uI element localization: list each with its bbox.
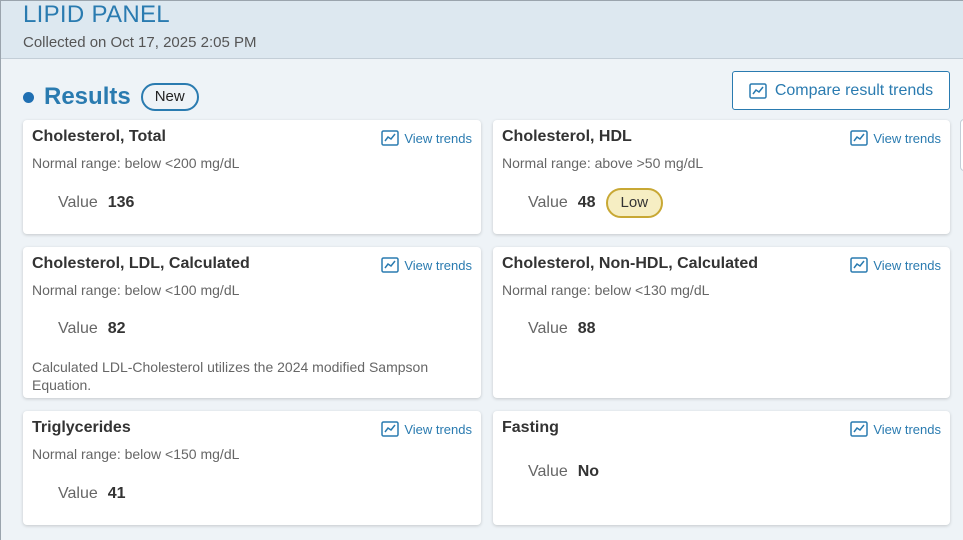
line-chart-icon [749,82,767,99]
page-header: LIPID PANEL Collected on Oct 17, 2025 2:… [1,1,963,59]
view-trends-link[interactable]: View trends [381,421,472,437]
value-row: Value 41 [58,485,126,503]
view-trends-link[interactable]: View trends [850,421,941,437]
normal-range: Normal range: below <100 mg/dL [32,282,240,298]
view-trends-link[interactable]: View trends [850,130,941,146]
result-name: Cholesterol, LDL, Calculated [32,255,250,272]
page-title: LIPID PANEL [23,1,170,28]
results-title: Results [44,83,131,110]
result-name: Cholesterol, HDL [502,128,632,145]
low-flag-badge: Low [605,188,664,218]
normal-range: Normal range: above >50 mg/dL [502,155,704,171]
view-trends-label: View trends [873,421,941,437]
result-card-cholesterol-ldl: Cholesterol, LDL, Calculated View trends… [23,247,481,398]
normal-range: Normal range: below <130 mg/dL [502,282,710,298]
result-value: 88 [577,320,596,337]
line-chart-icon [381,130,400,146]
value-row: Value 88 [528,320,596,338]
value-label: Value [58,485,98,502]
bullet-dot-icon [23,91,34,103]
value-row: Value 82 [58,320,126,338]
view-trends-label: View trends [873,257,941,273]
line-chart-icon [850,421,869,437]
result-card-triglycerides: Triglycerides View trends Normal range: … [23,411,481,525]
compare-result-trends-button[interactable]: Compare result trends [732,71,950,110]
view-trends-link[interactable]: View trends [381,257,472,273]
result-name: Cholesterol, Total [32,128,166,145]
result-value: 136 [107,194,135,211]
new-badge: New [140,83,199,111]
view-trends-link[interactable]: View trends [850,257,941,273]
value-label: Value [528,463,568,480]
lab-results-page: LIPID PANEL Collected on Oct 17, 2025 2:… [0,0,963,540]
view-trends-label: View trends [404,257,472,273]
result-name: Triglycerides [32,419,131,436]
collected-date: Collected on Oct 17, 2025 2:05 PM [23,34,257,51]
results-heading: Results New [23,81,199,113]
value-row: Value 48 Low [528,188,664,218]
result-card-cholesterol-total: Cholesterol, Total View trends Normal ra… [23,120,481,234]
normal-range: Normal range: below <200 mg/dL [32,155,240,171]
result-note: Calculated LDL-Cholesterol utilizes the … [32,359,429,393]
compare-button-label: Compare result trends [774,81,934,99]
value-row: Value 136 [58,194,134,212]
result-card-fasting: Fasting View trends Value No [493,411,950,525]
result-card-cholesterol-hdl: Cholesterol, HDL View trends Normal rang… [493,120,950,234]
line-chart-icon [381,421,400,437]
result-value: No [577,463,600,480]
view-trends-link[interactable]: View trends [381,130,472,146]
result-name: Fasting [502,419,559,436]
result-value: 48 [577,194,596,211]
line-chart-icon [850,257,869,273]
view-trends-label: View trends [404,130,472,146]
line-chart-icon [850,130,869,146]
value-label: Value [58,194,98,211]
value-label: Value [528,194,568,211]
result-value: 82 [107,320,126,337]
normal-range: Normal range: below <150 mg/dL [32,446,240,462]
value-label: Value [58,320,98,337]
view-trends-label: View trends [873,130,941,146]
view-trends-label: View trends [404,421,472,437]
result-card-cholesterol-non-hdl: Cholesterol, Non-HDL, Calculated View tr… [493,247,950,398]
value-label: Value [528,320,568,337]
value-row: Value No [528,463,599,481]
line-chart-icon [381,257,400,273]
result-value: 41 [107,485,126,502]
result-name: Cholesterol, Non-HDL, Calculated [502,255,759,272]
